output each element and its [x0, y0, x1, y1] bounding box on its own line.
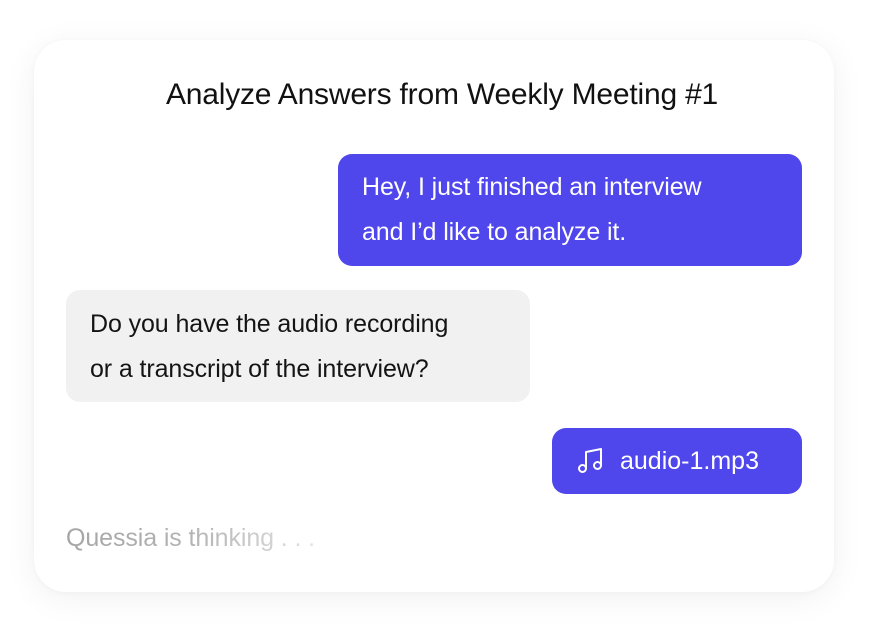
message-text-line: and I’d like to analyze it.: [362, 218, 627, 246]
message-text-line: Do you have the audio recording: [90, 310, 449, 338]
music-note-icon: [578, 448, 602, 473]
thinking-status: Quessia is thinking . . .: [66, 524, 316, 552]
chat-title: Analyze Answers from Weekly Meeting #1: [165, 78, 719, 111]
audio-file-attachment[interactable]: audio-1.mp3: [552, 428, 802, 494]
user-message-bubble: Hey, I just finished an interview and I’…: [338, 154, 802, 266]
assistant-message-bubble: Do you have the audio recording or a tra…: [66, 290, 530, 402]
message-text-line: or a transcript of the interview?: [90, 355, 429, 383]
message-text-line: Hey, I just finished an interview: [362, 173, 702, 201]
attachment-filename: audio-1.mp3: [620, 446, 759, 475]
